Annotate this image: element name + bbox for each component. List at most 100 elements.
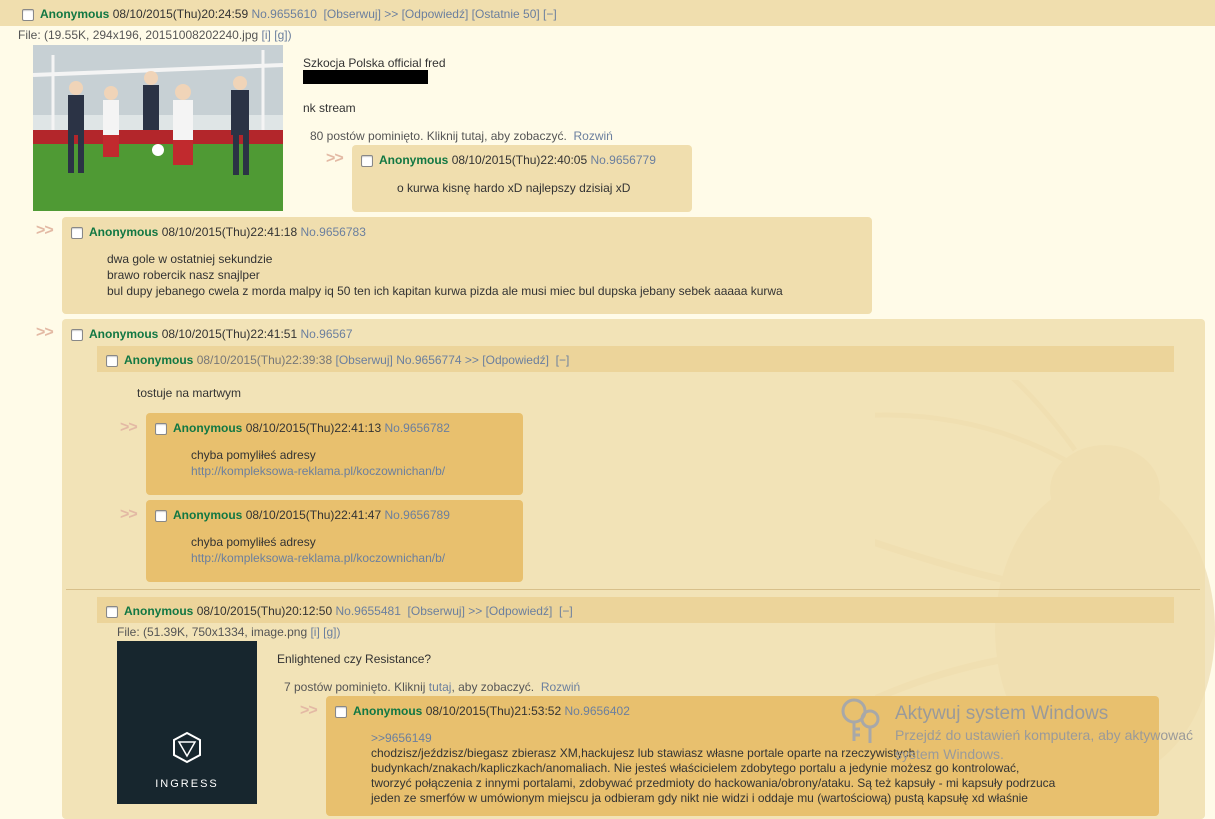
inner-op-watch-link[interactable]: [Obserwuj] (408, 604, 465, 618)
inner-reply-body: chyba pomyliłeś adresy http://kompleksow… (191, 447, 445, 479)
reply-body-text: o kurwa kisnę hardo xD najlepszy dzisiaj… (397, 181, 631, 195)
op-thumbnail-image[interactable] (33, 45, 283, 211)
inner-reply-date: 08/10/2015(Thu)21:53:52 (425, 704, 562, 718)
reply-line: brawo robercik nasz snajlper (107, 268, 260, 282)
inner-op-omitted-here-link[interactable]: tutaj (429, 680, 452, 694)
inner-reply-post-number[interactable]: No.9656789 (384, 508, 449, 522)
inner-reply-line: tworzyć połączenia z innymi portalami, z… (371, 776, 1056, 790)
reply-line: dwa gole w ostatniej sekundzie (107, 252, 273, 266)
inner-reply-url-link[interactable]: http://kompleksowa-reklama.pl/koczownich… (191, 551, 445, 565)
ingress-logo-icon: INGRESS (117, 641, 257, 804)
reply-arrow-icon: >> (326, 150, 344, 167)
op-hide-link[interactable]: [−] (543, 7, 557, 21)
op-date: 08/10/2015(Thu)20:24:59 (112, 7, 249, 21)
inner-reply-name: Anonymous (173, 508, 243, 522)
football-photo-icon (33, 45, 283, 211)
inner-op-file-info-text: File: (51.39K, 750x1334, image.png (117, 625, 308, 639)
op-name: Anonymous (40, 7, 110, 21)
inner-reply-date: 08/10/2015(Thu)22:41:13 (245, 421, 382, 435)
key-icon (841, 698, 880, 743)
quote-link[interactable]: >>9656149 (371, 731, 432, 745)
op-reply-link[interactable]: >> [Odpowiedź] (384, 7, 468, 21)
inner-op-reply-link[interactable]: >> [Odpowiedź] (465, 353, 549, 367)
op-subject-line: Szkocja Polska official fred (303, 56, 446, 70)
reply-name: Anonymous (89, 327, 159, 341)
inner-reply-post-number[interactable]: No.9656782 (384, 421, 449, 435)
reply-arrow-icon: >> (300, 702, 318, 719)
op-omitted-notice: 80 postów pominięto. Kliknij tutaj, aby … (310, 129, 613, 143)
inner-reply-checkbox[interactable] (335, 705, 347, 718)
windows-activation-title: Aktywuj system Windows (895, 703, 1109, 724)
inner-op-name: Anonymous (124, 353, 194, 367)
reply-arrow-icon: >> (36, 222, 54, 239)
thread-divider (66, 589, 1200, 590)
reply-date: 08/10/2015(Thu)22:41:18 (161, 225, 298, 239)
inner-reply-name: Anonymous (353, 704, 423, 718)
reply-date: 08/10/2015(Thu)22:40:05 (451, 153, 588, 167)
inner-reply-line: chyba pomyliłeś adresy (191, 448, 316, 462)
op-body-text: nk stream (303, 101, 356, 115)
inner-op-post-number[interactable]: No.9655481 (335, 604, 400, 618)
reply-name: Anonymous (89, 225, 159, 239)
inner-op-reply-link[interactable]: >> [Odpowiedź] (468, 604, 552, 618)
inner-op-hide-link[interactable]: [−] (556, 353, 570, 367)
reply-checkbox[interactable] (71, 328, 83, 341)
reply-line: bul dupy jebanego cwela z morda malpy iq… (107, 284, 783, 298)
inner-reply-body: chyba pomyliłeś adresy http://kompleksow… (191, 534, 445, 566)
ingress-thumbnail-image[interactable]: INGRESS (117, 641, 257, 804)
reply-name: Anonymous (379, 153, 449, 167)
inner-op-date: 08/10/2015(Thu)20:12:50 (196, 604, 333, 618)
inner-reply-header: Anonymous 08/10/2015(Thu)21:53:52 No.965… (335, 704, 630, 718)
op-post-number[interactable]: No.9655610 (251, 7, 316, 21)
inner-op-name: Anonymous (124, 604, 194, 618)
reply-header: Anonymous 08/10/2015(Thu)22:41:51 No.965… (71, 327, 353, 341)
inner-op-expand-link[interactable]: Rozwiń (541, 680, 580, 694)
inner-reply-line: chyba pomyliłeś adresy (191, 535, 316, 549)
inner-reply-checkbox[interactable] (155, 509, 167, 522)
inner-op-date: 08/10/2015(Thu)22:39:38 (196, 353, 333, 367)
inner-reply-name: Anonymous (173, 421, 243, 435)
inner-op-watch-link[interactable]: [Obserwuj] (335, 353, 392, 367)
op-file-i-link[interactable]: [i] (262, 28, 271, 42)
reply-checkbox[interactable] (361, 154, 373, 167)
op-file-info-text: File: (19.55K, 294x196, 20151008202240.j… (18, 28, 259, 42)
op-header: Anonymous 08/10/2015(Thu)20:24:59 No.965… (22, 7, 557, 21)
inner-op-omitted-text-b: , aby zobaczyć. (451, 680, 535, 694)
reply-body-text: dwa gole w ostatniej sekundzie brawo rob… (107, 251, 783, 299)
op-file-g-link[interactable]: [g]) (274, 28, 291, 42)
inner-op-header: Anonymous 08/10/2015(Thu)20:12:50 No.965… (106, 604, 573, 618)
op-omitted-text[interactable]: 80 postów pominięto. Kliknij tutaj, aby … (310, 129, 567, 143)
inner-op-file-i-link[interactable]: [i] (310, 625, 319, 639)
reply-arrow-icon: >> (120, 419, 138, 436)
reply-checkbox[interactable] (71, 226, 83, 239)
inner-reply-post-number[interactable]: No.9656402 (564, 704, 629, 718)
inner-reply-url-link[interactable]: http://kompleksowa-reklama.pl/koczownich… (191, 464, 445, 478)
inner-op-header: Anonymous 08/10/2015(Thu)22:39:38 [Obser… (106, 353, 569, 367)
inner-op-checkbox[interactable] (106, 354, 118, 367)
reply-date: 08/10/2015(Thu)22:41:51 (161, 327, 298, 341)
inner-op-body-text: tostuje na martwym (137, 386, 242, 400)
op-watch-link[interactable]: [Obserwuj] (324, 7, 381, 21)
op-last50-link[interactable]: [Ostatnie 50] (472, 7, 540, 21)
reply-post-number[interactable]: No.9656783 (300, 225, 365, 239)
inner-op-post-number[interactable]: No.9656774 (396, 353, 461, 367)
inner-op-checkbox[interactable] (106, 605, 118, 618)
windows-activation-line2: system Windows. (895, 746, 1004, 762)
reply-header: Anonymous 08/10/2015(Thu)22:41:18 No.965… (71, 225, 366, 239)
op-file-info: File: (19.55K, 294x196, 20151008202240.j… (18, 28, 292, 42)
reply-post-number[interactable]: No.9656779 (590, 153, 655, 167)
ingress-thumbnail-label: INGRESS (155, 778, 219, 790)
reply-arrow-icon: >> (36, 324, 54, 341)
inner-reply-date: 08/10/2015(Thu)22:41:47 (245, 508, 382, 522)
inner-op-body-text: Enlightened czy Resistance? (277, 652, 432, 666)
op-checkbox[interactable] (22, 8, 34, 21)
inner-reply-checkbox[interactable] (155, 422, 167, 435)
op-redacted-bar (303, 70, 428, 84)
inner-op-file-g-link[interactable]: [g]) (323, 625, 340, 639)
op-expand-link[interactable]: Rozwiń (573, 129, 612, 143)
reply-post-number[interactable]: No.96567 (300, 327, 352, 341)
inner-op-hide-link[interactable]: [−] (559, 604, 573, 618)
inner-reply-line: budynkach/znakach/kapliczkach/anomaliach… (371, 761, 1020, 775)
inner-op-omitted-notice: 7 postów pominięto. Kliknij tutaj, aby z… (284, 680, 580, 694)
inner-op-omitted-text-a: 7 postów pominięto. Kliknij (284, 680, 426, 694)
